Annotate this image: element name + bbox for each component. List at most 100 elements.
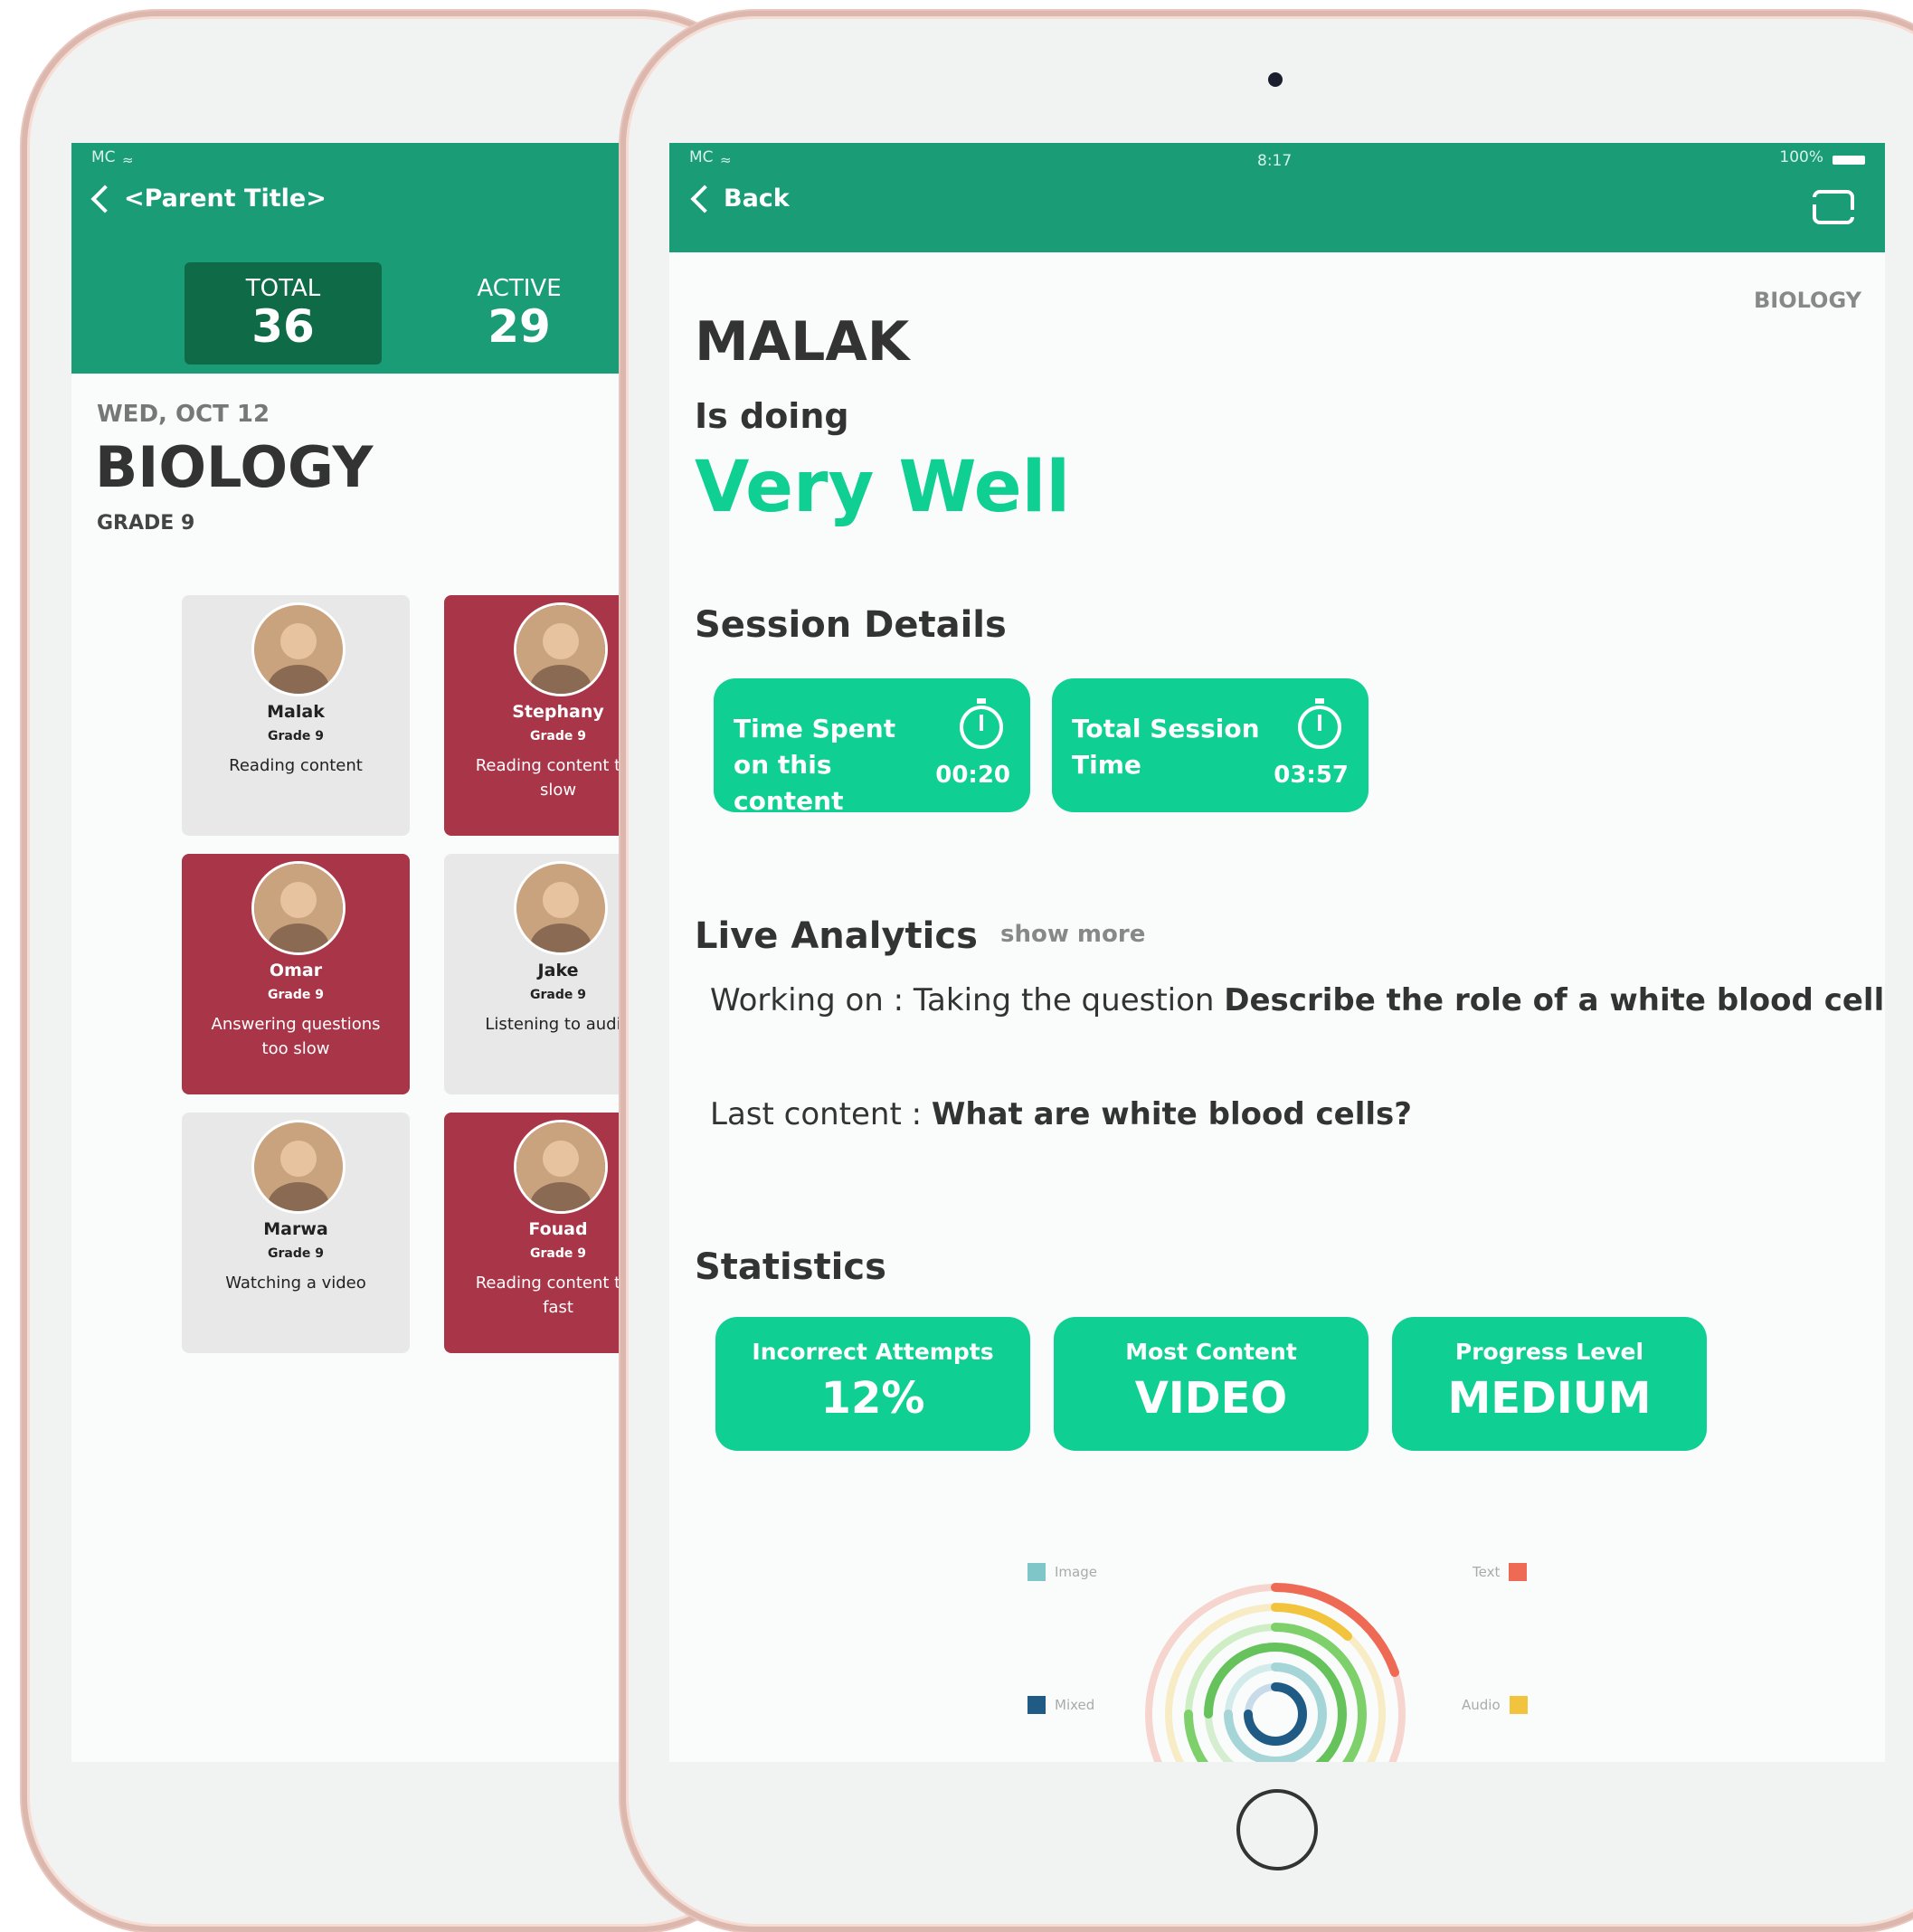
incorrect-attempts-value: 12% (820, 1373, 925, 1424)
time-on-content-label: Time Spent on this content (734, 714, 896, 816)
student-grade: Grade 9 (530, 729, 586, 743)
camera-dot (1268, 72, 1283, 87)
most-content-card: Most Content VIDEO (1054, 1317, 1368, 1451)
active-value: 29 (488, 300, 551, 353)
progress-level-card: Progress Level MEDIUM (1392, 1317, 1707, 1451)
student-name: MALAK (695, 310, 910, 374)
most-content-label: Most Content (1125, 1339, 1297, 1365)
student-card[interactable]: Marwa Grade 9 Watching a video (182, 1113, 410, 1353)
home-button[interactable] (1236, 1789, 1318, 1870)
battery-icon (1833, 156, 1865, 165)
most-content-value: VIDEO (1134, 1373, 1288, 1424)
content-radial-chart (1145, 1583, 1406, 1762)
total-value: 36 (251, 300, 315, 353)
student-name: Malak (267, 702, 325, 722)
back-label: Back (724, 185, 790, 213)
progress-level-value: MEDIUM (1447, 1373, 1652, 1424)
session-date: WED, OCT 12 (97, 401, 270, 428)
subject-tag: BIOLOGY (1753, 288, 1861, 313)
battery-percent: 100% (1779, 148, 1823, 166)
student-name: Marwa (263, 1219, 328, 1239)
show-more-link[interactable]: show more (1000, 921, 1145, 948)
student-name: Fouad (528, 1219, 588, 1239)
student-card[interactable]: Jake Grade 9 Listening to audio (444, 854, 632, 1094)
active-stat: ACTIVE 29 (420, 262, 619, 365)
carrier-label: MC (689, 148, 714, 166)
legend-audio-swatch (1509, 1696, 1528, 1714)
student-card[interactable]: Omar Grade 9 Answering questions too slow (182, 854, 410, 1094)
student-name: Omar (269, 961, 323, 980)
student-status: Answering questions too slow (211, 1015, 381, 1058)
legend-mixed: Mixed (1028, 1696, 1094, 1714)
student-detail-screen: MC ≈ 8:17 100% Back BIOLOGY MALAK Is doi… (669, 143, 1885, 1762)
student-card[interactable]: Malak Grade 9 Reading content (182, 595, 410, 836)
stopwatch-icon (960, 698, 1003, 749)
legend-text-label: Text (1473, 1564, 1501, 1580)
legend-text: Text (1473, 1563, 1528, 1581)
student-card[interactable]: Stephany Grade 9 Reading content too slow (444, 595, 632, 836)
student-status: Reading content too slow (475, 756, 632, 800)
legend-audio-label: Audio (1462, 1697, 1501, 1713)
total-stat: TOTAL 36 (185, 262, 382, 365)
avatar (251, 602, 346, 696)
parent-title-label: <Parent Title> (124, 185, 327, 213)
chevron-left-icon (90, 184, 119, 213)
subject-title: BIOLOGY (95, 434, 374, 500)
legend-image: Image (1028, 1563, 1097, 1581)
legend-image-swatch (1028, 1563, 1046, 1581)
progress-level-label: Progress Level (1454, 1339, 1644, 1365)
student-grade: Grade 9 (268, 988, 324, 1002)
back-button[interactable]: Back (690, 184, 790, 213)
student-status: Reading content (229, 756, 363, 775)
class-overview-screen: MC ≈ <Parent Title> TOTAL 36 ACTIVE 29 W… (71, 143, 632, 1762)
is-doing-label: Is doing (695, 396, 849, 436)
total-session-label: Total Session Time (1072, 714, 1260, 780)
performance-label: Very Well (695, 447, 1071, 528)
working-on-line: Working on : Taking the question Describ… (710, 982, 1884, 1018)
student-status: Watching a video (225, 1274, 366, 1293)
total-session-value: 03:57 (1274, 762, 1349, 789)
student-name: Jake (537, 961, 579, 980)
avatar (514, 1120, 608, 1214)
total-session-card: Total Session Time 03:57 (1052, 678, 1368, 812)
avatar (251, 1120, 346, 1214)
last-content-prefix: Last content : (710, 1096, 932, 1132)
incorrect-attempts-label: Incorrect Attempts (752, 1339, 994, 1365)
clock-label: 8:17 (1257, 152, 1293, 170)
carrier-label: MC (91, 148, 116, 166)
working-on-question: Describe the role of a white blood cell (1224, 982, 1885, 1018)
student-grade: Grade 9 (530, 988, 586, 1002)
legend-text-swatch (1509, 1563, 1528, 1581)
student-grade: Grade 9 (530, 1246, 586, 1261)
last-content-line: Last content : What are white blood cell… (710, 1096, 1412, 1132)
student-grade: Grade 9 (268, 729, 324, 743)
total-label: TOTAL (245, 275, 321, 302)
avatar (514, 602, 608, 696)
student-name: Stephany (512, 702, 604, 722)
grade-label: GRADE 9 (97, 512, 195, 535)
legend-mixed-label: Mixed (1055, 1697, 1095, 1713)
refresh-icon[interactable] (1809, 190, 1858, 224)
legend-mixed-swatch (1028, 1696, 1046, 1714)
time-on-content-value: 00:20 (935, 762, 1010, 789)
incorrect-attempts-card: Incorrect Attempts 12% (715, 1317, 1030, 1451)
student-status: Listening to audio (485, 1015, 631, 1034)
legend-audio: Audio (1462, 1696, 1528, 1714)
avatar (251, 861, 346, 955)
student-status: Reading content too fast (475, 1274, 632, 1317)
detail-header: MC ≈ 8:17 100% Back (669, 143, 1885, 252)
wifi-icon: ≈ (720, 152, 732, 168)
avatar (514, 861, 608, 955)
working-on-prefix: Working on : Taking the question (710, 982, 1225, 1018)
back-button[interactable]: <Parent Title> (90, 184, 327, 213)
stopwatch-icon (1298, 698, 1341, 749)
statistics-title: Statistics (695, 1246, 886, 1288)
student-grade: Grade 9 (268, 1246, 324, 1261)
time-on-content-card: Time Spent on this content 00:20 (714, 678, 1030, 816)
chevron-left-icon (690, 184, 719, 213)
legend-image-label: Image (1055, 1564, 1097, 1580)
student-card[interactable]: Fouad Grade 9 Reading content too fast (444, 1113, 632, 1353)
class-header: MC ≈ <Parent Title> TOTAL 36 ACTIVE 29 (71, 143, 632, 374)
last-content-value: What are white blood cells? (931, 1096, 1413, 1132)
wifi-icon: ≈ (122, 152, 134, 168)
